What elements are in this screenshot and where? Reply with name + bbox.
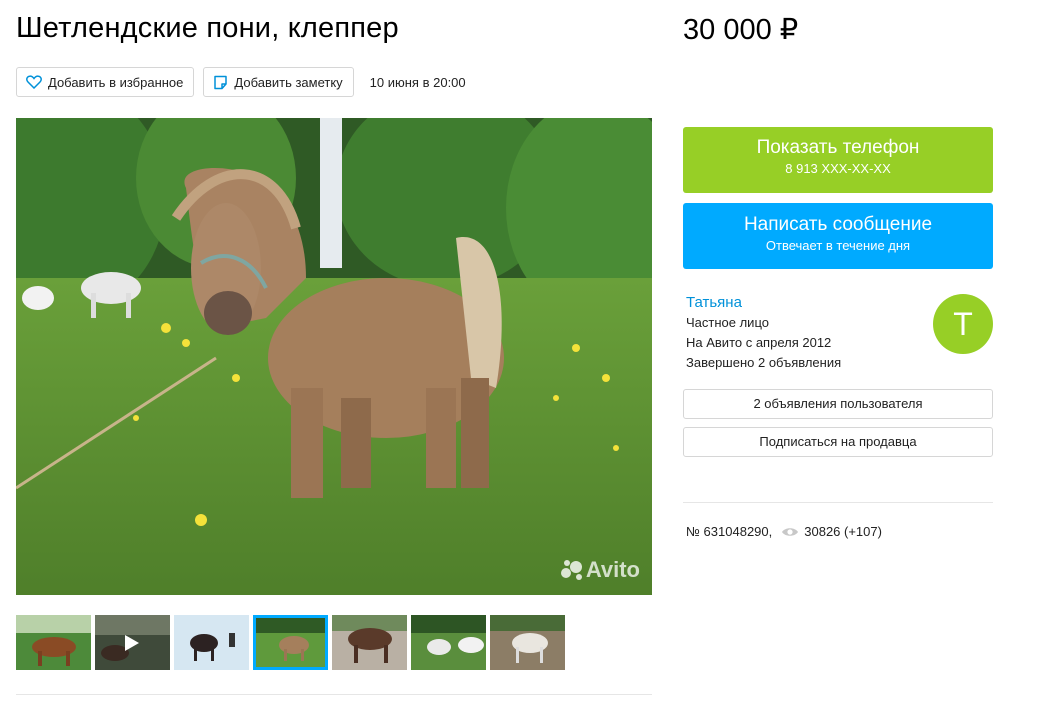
- thumbnail[interactable]: [16, 615, 91, 670]
- avatar[interactable]: Т: [933, 294, 993, 354]
- favorite-label: Добавить в избранное: [48, 74, 184, 90]
- show-phone-label: Показать телефон: [756, 137, 920, 158]
- main-photo[interactable]: Avito: [16, 118, 652, 595]
- avito-watermark: Avito: [560, 557, 640, 583]
- seller-completed: Завершено 2 объявления: [686, 355, 842, 370]
- listing-meta: № 631048290, 30826 (+107): [686, 524, 882, 539]
- seller-listings-button[interactable]: 2 объявления пользователя: [683, 389, 993, 419]
- seller-since: На Авито с апреля 2012: [686, 335, 832, 350]
- listing-price: 30 000 ₽: [683, 14, 799, 46]
- note-icon: [214, 75, 228, 89]
- listing-actions: Добавить в избранное Добавить заметку 10…: [16, 67, 466, 97]
- write-message-label: Написать сообщение: [743, 214, 933, 235]
- divider: [683, 502, 993, 503]
- thumbnail[interactable]: [174, 615, 249, 670]
- pony-photo: [16, 118, 652, 595]
- seller-info: Татьяна Частное лицо На Авито с апреля 2…: [686, 293, 841, 373]
- add-to-favorites-button[interactable]: Добавить в избранное: [16, 67, 195, 97]
- add-note-button[interactable]: Добавить заметку: [203, 67, 354, 97]
- phone-number: 8 913 XXX-XX-XX: [785, 161, 891, 176]
- watermark-text: Avito: [585, 557, 640, 582]
- divider: [16, 694, 652, 695]
- eye-icon: [782, 527, 799, 536]
- thumbnail-strip: [16, 615, 569, 670]
- write-message-button[interactable]: Написать сообщение Отвечает в течение дн…: [683, 203, 993, 269]
- show-phone-button[interactable]: Показать телефон 8 913 XXX-XX-XX: [683, 127, 993, 193]
- response-time: Отвечает в течение дня: [765, 238, 911, 253]
- listing-title: Шетлендские пони, клеппер: [16, 12, 399, 44]
- thumbnail-video[interactable]: [95, 615, 170, 670]
- listing-number: № 631048290,: [686, 524, 773, 539]
- note-label: Добавить заметку: [234, 74, 343, 90]
- heart-icon: [26, 75, 42, 89]
- subscribe-seller-button[interactable]: Подписаться на продавца: [683, 427, 993, 457]
- thumbnail[interactable]: [332, 615, 407, 670]
- seller-name-link[interactable]: Татьяна: [686, 293, 841, 313]
- thumbnail[interactable]: [411, 615, 486, 670]
- listing-date: 10 июня в 20:00: [369, 74, 466, 90]
- seller-type: Частное лицо: [686, 315, 769, 330]
- views-count: 30826 (+107): [804, 524, 882, 539]
- avito-logo-icon: [560, 560, 582, 580]
- thumbnail-active[interactable]: [253, 615, 328, 670]
- thumbnail[interactable]: [490, 615, 565, 670]
